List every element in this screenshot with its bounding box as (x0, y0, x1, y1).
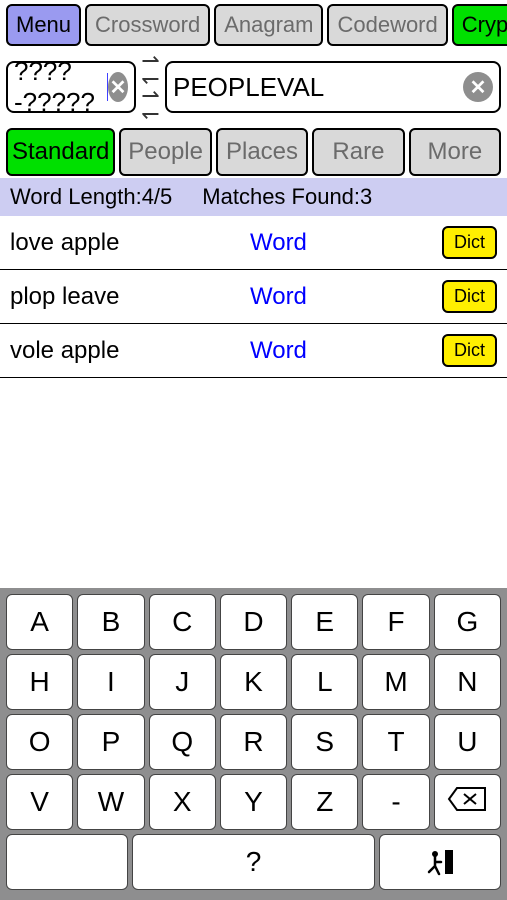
filter-more[interactable]: More (409, 128, 501, 176)
key-i[interactable]: I (77, 654, 144, 710)
key-m[interactable]: M (362, 654, 429, 710)
result-row: vole appleWordDict (0, 324, 507, 378)
pattern-input-box[interactable]: ????-????? ✕ (6, 61, 136, 113)
key-j[interactable]: J (149, 654, 216, 710)
key-l[interactable]: L (291, 654, 358, 710)
word-link[interactable]: Word (250, 337, 442, 365)
key-n[interactable]: N (434, 654, 501, 710)
key-h[interactable]: H (6, 654, 73, 710)
word-length-label: Word Length: (10, 184, 142, 209)
letters-input-box[interactable]: ✕ (165, 61, 501, 113)
arrow-left-icon: ↽ (141, 105, 159, 123)
cryptic-tab[interactable]: Cryptic (452, 4, 507, 46)
filter-row: Standard People Places Rare More (0, 126, 507, 178)
key-blank-left[interactable] (6, 834, 128, 890)
key-w[interactable]: W (77, 774, 144, 830)
key-g[interactable]: G (434, 594, 501, 650)
word-length-value: 4/5 (142, 184, 173, 209)
letters-input[interactable] (173, 72, 463, 103)
key-o[interactable]: O (6, 714, 73, 770)
key-k[interactable]: K (220, 654, 287, 710)
key--[interactable]: - (362, 774, 429, 830)
keyboard: ABCDEFG HIJKLMN OPQRSTU VWXYZ- ? (0, 588, 507, 900)
filter-places[interactable]: Places (216, 128, 308, 176)
status-bar: Word Length:4/5 Matches Found:3 (0, 178, 507, 216)
key-e[interactable]: E (291, 594, 358, 650)
codeword-tab[interactable]: Codeword (327, 4, 447, 46)
key-q[interactable]: Q (149, 714, 216, 770)
close-icon: ✕ (470, 75, 487, 100)
key-p[interactable]: P (77, 714, 144, 770)
anagram-tab[interactable]: Anagram (214, 4, 323, 46)
key-c[interactable]: C (149, 594, 216, 650)
key-r[interactable]: R (220, 714, 287, 770)
filter-rare[interactable]: Rare (312, 128, 404, 176)
result-word: vole apple (10, 337, 250, 365)
key-a[interactable]: A (6, 594, 73, 650)
matches-label: Matches Found: (202, 184, 360, 209)
key-y[interactable]: Y (220, 774, 287, 830)
backspace-icon (447, 786, 487, 819)
crossword-tab[interactable]: Crossword (85, 4, 210, 46)
key-v[interactable]: V (6, 774, 73, 830)
matches-value: 3 (360, 184, 372, 209)
filter-people[interactable]: People (119, 128, 211, 176)
key-t[interactable]: T (362, 714, 429, 770)
result-word: plop leave (10, 283, 250, 311)
key-question[interactable]: ? (132, 834, 375, 890)
swap-button[interactable]: ⇀ ↽ ⇀ ↽ (140, 52, 161, 122)
word-link[interactable]: Word (250, 283, 442, 311)
exit-icon (423, 848, 457, 876)
input-row: ????-????? ✕ ⇀ ↽ ⇀ ↽ ✕ (0, 50, 507, 126)
pattern-input[interactable]: ????-????? (14, 56, 106, 118)
key-d[interactable]: D (220, 594, 287, 650)
result-word: love apple (10, 229, 250, 257)
results-list: love appleWordDictplop leaveWordDictvole… (0, 216, 507, 378)
menu-button[interactable]: Menu (6, 4, 81, 46)
key-b[interactable]: B (77, 594, 144, 650)
key-u[interactable]: U (434, 714, 501, 770)
dict-button[interactable]: Dict (442, 226, 497, 259)
key-f[interactable]: F (362, 594, 429, 650)
close-icon: ✕ (110, 75, 127, 100)
clear-right-button[interactable]: ✕ (463, 72, 493, 102)
result-row: plop leaveWordDict (0, 270, 507, 324)
filter-standard[interactable]: Standard (6, 128, 115, 176)
key-exit[interactable] (379, 834, 501, 890)
clear-left-button[interactable]: ✕ (108, 72, 128, 102)
dict-button[interactable]: Dict (442, 334, 497, 367)
dict-button[interactable]: Dict (442, 280, 497, 313)
key-backspace[interactable] (434, 774, 501, 830)
key-z[interactable]: Z (291, 774, 358, 830)
top-tab-bar: Menu Crossword Anagram Codeword Cryptic (0, 0, 507, 50)
key-x[interactable]: X (149, 774, 216, 830)
word-link[interactable]: Word (250, 229, 442, 257)
key-s[interactable]: S (291, 714, 358, 770)
result-row: love appleWordDict (0, 216, 507, 270)
